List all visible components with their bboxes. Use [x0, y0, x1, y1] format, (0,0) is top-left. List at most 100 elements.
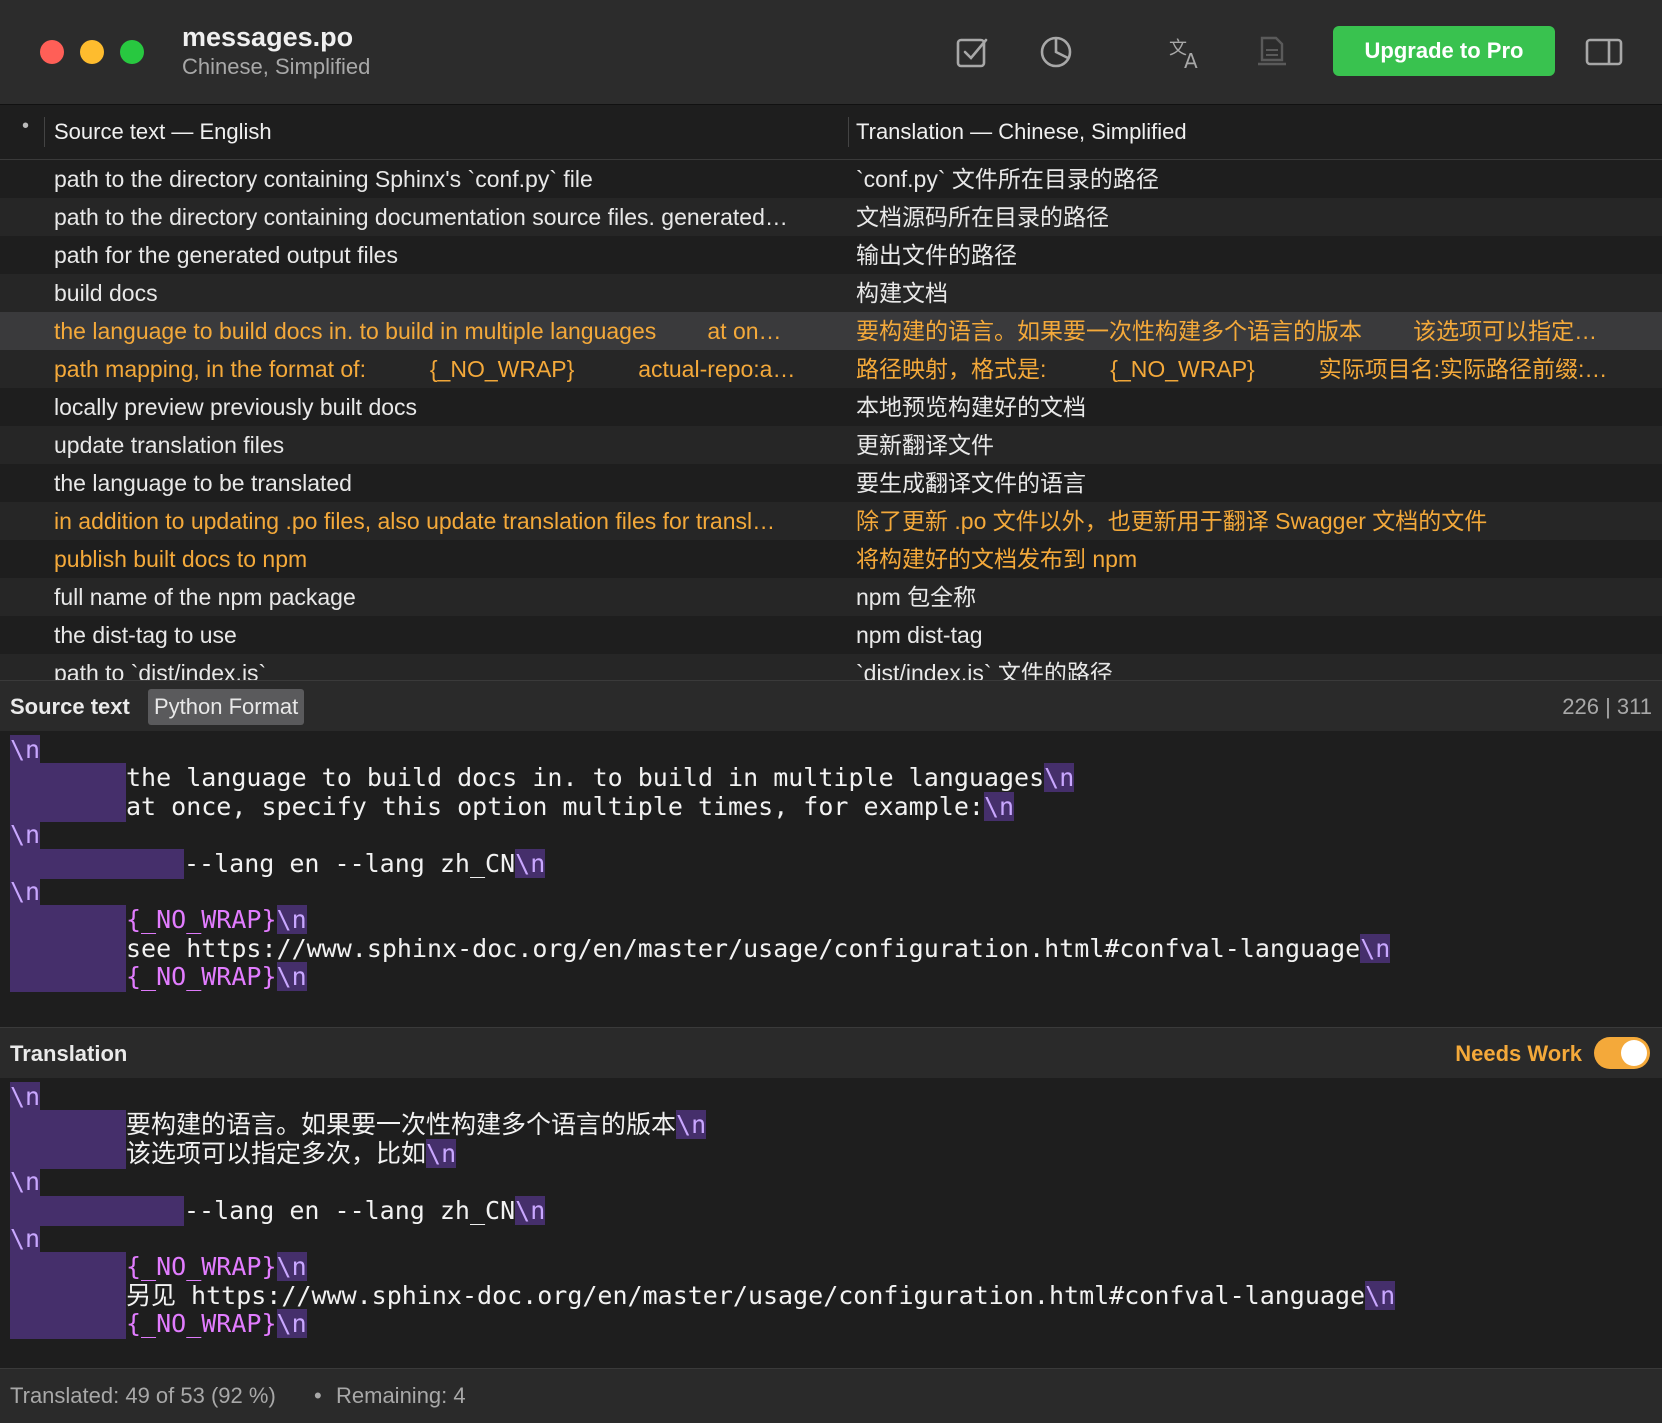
translation-cell: npm dist-tag	[856, 622, 983, 648]
placeholder-tag: {_NO_WRAP}	[126, 1309, 277, 1339]
source-cell: the language to be translated	[54, 470, 352, 496]
newline-marker: \n	[276, 962, 307, 992]
newline-marker: \n	[10, 1082, 41, 1111]
table-row[interactable]: path to `dist/index.js` `dist/index.js` 文…	[0, 654, 1662, 680]
whitespace-marker	[10, 848, 184, 879]
column-divider[interactable]	[848, 117, 849, 147]
newline-marker: \n	[426, 1138, 457, 1168]
editor-line: 要构建的语言。如果要一次性构建多个语言的版本\n	[10, 1110, 707, 1141]
translation-column-header[interactable]: Translation — Chinese, Simplified	[856, 119, 1187, 145]
editor-line: {_NO_WRAP}\n	[10, 962, 307, 993]
placeholder-tag: {_NO_WRAP}	[126, 905, 277, 935]
table-row[interactable]: full name of the npm package npm 包全称	[0, 578, 1662, 616]
line-text: 该选项可以指定多次，比如	[126, 1138, 427, 1168]
translation-cell: 要生成翻译文件的语言	[856, 470, 1086, 496]
source-cell: update translation files	[54, 432, 285, 458]
table-row[interactable]: the dist-tag to use npm dist-tag	[0, 616, 1662, 654]
newline-marker: \n	[10, 820, 41, 850]
line-text: --lang en --lang zh_CN	[184, 1195, 516, 1225]
translation-cell: `dist/index.js` 文件的路径	[856, 660, 1113, 680]
line-text: --lang en --lang zh_CN	[184, 848, 516, 878]
line-text: 另见 https://www.sphinx-doc.org/en/master/…	[126, 1280, 1366, 1310]
source-cell: the language to build docs in. to build …	[54, 318, 782, 344]
translated-count: Translated: 49 of 53 (92 %)	[10, 1383, 276, 1408]
document-language: Chinese, Simplified	[182, 54, 371, 79]
whitespace-marker	[10, 1309, 126, 1340]
newline-marker: \n	[676, 1110, 707, 1140]
table-row[interactable]: in addition to updating .po files, also …	[0, 502, 1662, 540]
newline-marker: \n	[1044, 763, 1075, 793]
table-row[interactable]: build docs 构建文档	[0, 274, 1662, 312]
whitespace-marker	[10, 933, 126, 964]
source-panel-title: Source text	[10, 694, 130, 719]
zoom-window-button[interactable]	[120, 40, 144, 64]
translation-cell: 路径映射，格式是: {_NO_WRAP} 实际项目名:实际路径前缀:…	[856, 356, 1608, 382]
table-row[interactable]: path to the directory containing Sphinx'…	[0, 160, 1662, 198]
source-cell: build docs	[54, 280, 158, 306]
translation-cell: 文档源码所在目录的路径	[856, 204, 1109, 230]
source-column-header[interactable]: Source text — English	[54, 119, 272, 145]
upgrade-button[interactable]: Upgrade to Pro	[1333, 26, 1555, 76]
source-cell: path for the generated output files	[54, 242, 398, 268]
whitespace-marker	[10, 905, 126, 936]
editor-line: 该选项可以指定多次，比如\n	[10, 1138, 457, 1169]
source-cell: path mapping, in the format of: {_NO_WRA…	[54, 356, 796, 382]
format-badge: Python Format	[148, 689, 305, 725]
newline-marker: \n	[276, 1309, 307, 1339]
sidebar-toggle-icon[interactable]	[1584, 32, 1624, 72]
character-counter: 226 | 311	[1562, 694, 1652, 719]
table-row[interactable]: publish built docs to npm 将构建好的文档发布到 npm	[0, 540, 1662, 578]
editor-line: 另见 https://www.sphinx-doc.org/en/master/…	[10, 1280, 1396, 1311]
status-column-marker[interactable]: •	[22, 115, 29, 138]
table-row[interactable]: the language to build docs in. to build …	[0, 312, 1662, 350]
placeholder-tag: {_NO_WRAP}	[126, 1252, 277, 1282]
toggle-knob	[1621, 1040, 1647, 1066]
newline-marker: \n	[10, 1224, 41, 1253]
checkmark-square-icon[interactable]	[952, 32, 992, 72]
whitespace-marker	[10, 791, 126, 822]
translation-cell: 本地预览构建好的文档	[856, 394, 1086, 420]
newline-marker: \n	[515, 848, 546, 878]
table-row[interactable]: locally preview previously built docs 本地预…	[0, 388, 1662, 426]
line-text: at once, specify this option multiple ti…	[126, 791, 984, 821]
needs-work-toggle[interactable]	[1594, 1037, 1650, 1069]
translation-cell: 更新翻译文件	[856, 432, 994, 458]
document-icon[interactable]	[1252, 32, 1292, 72]
newline-marker: \n	[1360, 933, 1391, 963]
newline-marker: \n	[1365, 1280, 1396, 1310]
table-row[interactable]: path to the directory containing documen…	[0, 198, 1662, 236]
editor-line: \n	[10, 1082, 41, 1112]
remaining-count: Remaining: 4	[336, 1383, 466, 1408]
editor-line: {_NO_WRAP}\n	[10, 1309, 307, 1340]
minimize-window-button[interactable]	[80, 40, 104, 64]
newline-marker: \n	[983, 791, 1015, 821]
column-divider[interactable]	[44, 117, 45, 147]
translation-editor[interactable]: \n 要构建的语言。如果要一次性构建多个语言的版本\n 该选项可以指定多次，比如\n…	[0, 1078, 1662, 1368]
editor-line: --lang en --lang zh_CN\n	[10, 848, 546, 879]
newline-marker: \n	[10, 1167, 41, 1197]
translate-icon[interactable]: 文A	[1166, 32, 1206, 72]
source-cell: path to the directory containing documen…	[54, 204, 788, 230]
translation-panel-header: Translation Needs Work	[0, 1027, 1662, 1079]
source-cell: path to `dist/index.js`	[54, 660, 267, 680]
editor-line: \n	[10, 820, 41, 850]
translation-cell: `conf.py` 文件所在目录的路径	[856, 166, 1159, 192]
line-text: 要构建的语言。如果要一次性构建多个语言的版本	[126, 1110, 677, 1140]
newline-marker: \n	[276, 1252, 307, 1282]
whitespace-marker	[10, 1280, 126, 1311]
editor-line: the language to build docs in. to build …	[10, 763, 1075, 794]
table-row[interactable]: path mapping, in the format of: {_NO_WRA…	[0, 350, 1662, 388]
editor-line: \n	[10, 735, 41, 765]
document-title: messages.po	[182, 22, 354, 52]
source-text-view[interactable]: \n the language to build docs in. to buil…	[0, 731, 1662, 1027]
table-row[interactable]: update translation files 更新翻译文件	[0, 426, 1662, 464]
editor-line: see https://www.sphinx-doc.org/en/master…	[10, 933, 1391, 964]
strings-table[interactable]: path to the directory containing Sphinx'…	[0, 160, 1662, 680]
newline-marker: \n	[10, 877, 41, 906]
pie-chart-icon[interactable]	[1036, 32, 1076, 72]
editor-line: \n	[10, 877, 41, 907]
table-row[interactable]: the language to be translated 要生成翻译文件的语言	[0, 464, 1662, 502]
close-window-button[interactable]	[40, 40, 64, 64]
whitespace-marker	[10, 1110, 126, 1141]
table-row[interactable]: path for the generated output files 输出文件的…	[0, 236, 1662, 274]
